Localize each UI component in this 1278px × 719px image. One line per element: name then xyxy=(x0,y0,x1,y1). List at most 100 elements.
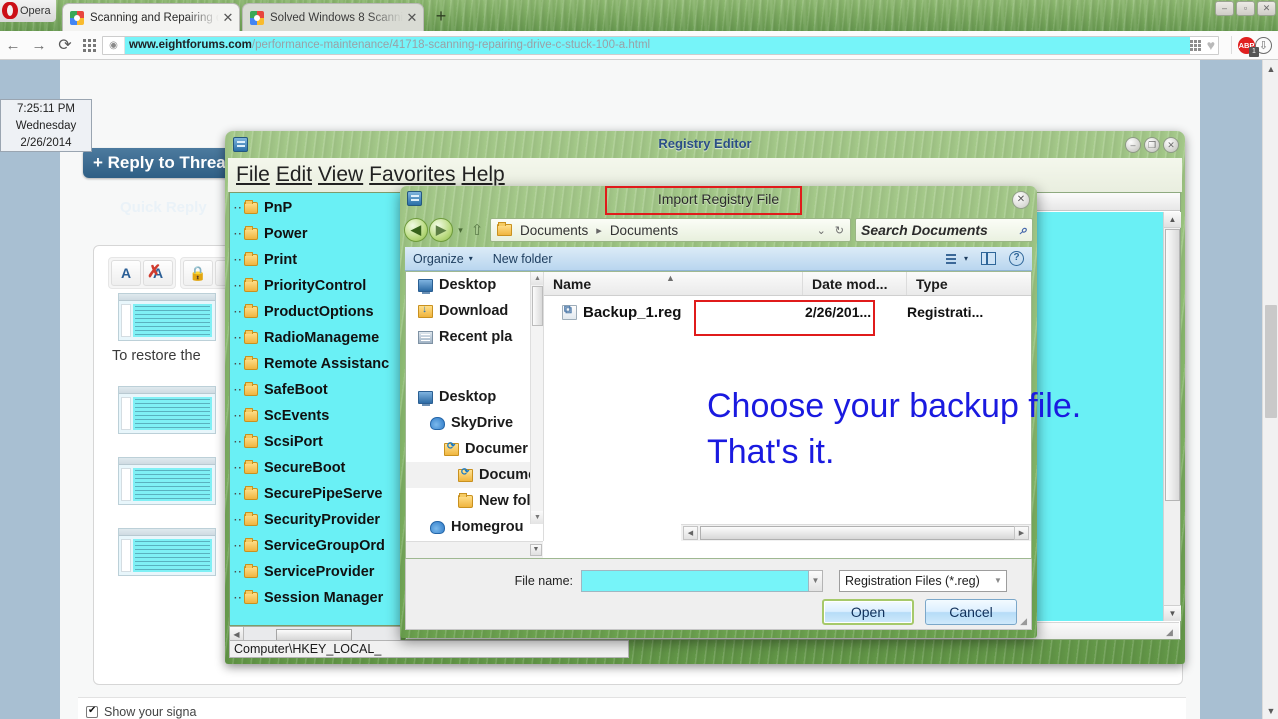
maximize-button[interactable]: ▫ xyxy=(1236,1,1255,16)
page-scrollbar[interactable]: ▲ ▼ xyxy=(1262,60,1278,719)
chevron-down-icon[interactable]: ▾ xyxy=(469,254,473,263)
close-icon[interactable]: ✕ xyxy=(1012,191,1030,209)
back-icon[interactable]: ← xyxy=(0,37,26,54)
tree-item[interactable]: ·· ProductOptions xyxy=(230,299,400,325)
close-button[interactable]: ✕ xyxy=(1257,1,1276,16)
tree-item[interactable]: ·· Power xyxy=(230,221,400,247)
column-header-date[interactable]: Date mod... xyxy=(803,272,907,295)
show-signature-checkbox[interactable] xyxy=(86,705,98,718)
navigation-pane[interactable]: Desktop Download Recent pla Desktop SkyD… xyxy=(406,272,543,541)
scroll-down-icon[interactable]: ▼ xyxy=(531,511,543,524)
nav-back-icon[interactable]: ◀ xyxy=(404,218,428,242)
browser-tab-1[interactable]: Solved Windows 8 Scannin ✕ xyxy=(242,3,424,31)
extensions-grid-icon[interactable] xyxy=(1189,39,1201,51)
post-thumbnail-4[interactable] xyxy=(118,528,216,576)
nav-item-new-folder[interactable]: New fol xyxy=(406,488,543,514)
registry-tree-pane[interactable]: ·· PnP ·· Power ·· Print ·· PriorityControl … xyxy=(229,192,401,626)
search-input[interactable]: Search Documents ⌕ xyxy=(855,218,1033,242)
new-tab-button[interactable]: + xyxy=(430,6,452,28)
post-thumbnail-3[interactable] xyxy=(118,457,216,505)
resize-grip-icon[interactable]: ◢ xyxy=(1166,627,1176,637)
scroll-left-icon[interactable]: ◀ xyxy=(230,627,244,641)
cancel-button[interactable]: Cancel xyxy=(925,599,1017,625)
tree-item[interactable]: ·· SecureBoot xyxy=(230,455,400,481)
scroll-up-icon[interactable]: ▲ xyxy=(531,272,543,285)
chevron-down-icon[interactable]: ▼ xyxy=(990,571,1006,591)
column-header-type[interactable]: Type xyxy=(907,272,1031,295)
scroll-left-icon[interactable]: ◀ xyxy=(683,526,698,540)
navigation-pane-scrollbar[interactable]: ▲ ▼ xyxy=(530,272,543,524)
nav-forward-icon[interactable]: ▶ xyxy=(429,218,453,242)
page-scrollbar-thumb[interactable] xyxy=(1265,305,1277,418)
organize-button[interactable]: Organize xyxy=(413,252,464,266)
minimize-button[interactable]: – xyxy=(1215,1,1234,16)
scroll-up-icon[interactable]: ▲ xyxy=(1263,60,1278,77)
post-thumbnail-2[interactable] xyxy=(118,386,216,434)
nav-item-skydrive[interactable]: SkyDrive xyxy=(406,410,543,436)
close-icon[interactable]: ✕ xyxy=(221,10,235,26)
tree-item[interactable]: ·· RadioManageme xyxy=(230,325,400,351)
show-signature-row[interactable]: Show your signa xyxy=(78,697,1186,719)
scrollbar-thumb[interactable] xyxy=(532,286,543,326)
tree-item[interactable]: ·· SecurityProvider xyxy=(230,507,400,533)
close-icon[interactable]: ✕ xyxy=(405,10,419,26)
menu-item-file[interactable]: File xyxy=(233,163,273,187)
reply-to-thread-button[interactable]: + Reply to Thread xyxy=(83,148,246,178)
resize-grip-icon[interactable]: ◢ xyxy=(1020,616,1027,627)
refresh-icon[interactable]: ↻ xyxy=(835,224,844,237)
file-type-filter-select[interactable]: Registration Files (*.reg) ▼ xyxy=(839,570,1007,592)
nav-item-homegroup[interactable]: Homegrou xyxy=(406,514,543,540)
scroll-down-icon[interactable]: ▼ xyxy=(1164,605,1181,621)
preview-pane-icon[interactable] xyxy=(981,252,996,265)
insert-link-button[interactable]: 🔒 xyxy=(183,260,213,286)
tree-item[interactable]: ·· ServiceGroupOrd xyxy=(230,533,400,559)
registry-editor-titlebar[interactable]: Registry Editor – ❐ ✕ xyxy=(225,131,1185,158)
font-color-button[interactable]: A xyxy=(111,260,141,286)
nav-item-desktop[interactable]: Desktop xyxy=(406,384,543,410)
tree-item[interactable]: ·· ServiceProvider xyxy=(230,559,400,585)
registry-values-scrollbar[interactable]: ▲ ▼ xyxy=(1163,212,1181,621)
menu-item-favorites[interactable]: Favorites xyxy=(366,163,458,187)
nav-item-recent-places[interactable]: Recent pla xyxy=(406,324,543,350)
tree-item[interactable]: ·· PriorityControl xyxy=(230,273,400,299)
tree-item[interactable]: ·· ScEvents xyxy=(230,403,400,429)
scrollbar-thumb[interactable] xyxy=(1165,229,1180,501)
scroll-right-icon[interactable]: ▶ xyxy=(1014,526,1029,540)
breadcrumb-item-0[interactable]: Documents xyxy=(520,223,588,238)
browser-tab-0[interactable]: Scanning and Repairing dr ✕ xyxy=(62,3,240,31)
chevron-down-icon[interactable]: ⌄ xyxy=(817,224,826,237)
breadcrumb[interactable]: Documents ▸ Documents ⌄ ↻ xyxy=(490,218,851,242)
reload-icon[interactable]: ⟳ xyxy=(52,35,78,55)
tree-item[interactable]: ·· Session Manager xyxy=(230,585,400,611)
bookmark-heart-icon[interactable]: ♥ xyxy=(1207,37,1215,53)
breadcrumb-item-1[interactable]: Documents xyxy=(610,223,678,238)
tree-item[interactable]: ·· Remote Assistanc xyxy=(230,351,400,377)
tree-item[interactable]: ·· SafeBoot xyxy=(230,377,400,403)
tree-item[interactable]: ·· PnP xyxy=(230,195,400,221)
nav-item-documents-selected[interactable]: Docume xyxy=(406,462,543,488)
file-name-dropdown-icon[interactable]: ▼ xyxy=(809,570,823,592)
column-header-name[interactable]: Name ▲ xyxy=(544,272,803,295)
minimize-button[interactable]: – xyxy=(1125,137,1141,153)
nav-item-desktop-fav[interactable]: Desktop xyxy=(406,272,543,298)
apps-grid-icon[interactable] xyxy=(78,38,100,52)
adblock-icon[interactable]: ABP 1 xyxy=(1238,36,1259,57)
maximize-button[interactable]: ❐ xyxy=(1144,137,1160,153)
scroll-down-icon[interactable]: ▼ xyxy=(1263,702,1278,719)
close-button[interactable]: ✕ xyxy=(1163,137,1179,153)
chevron-down-icon[interactable]: ▾ xyxy=(964,254,968,263)
scroll-up-icon[interactable]: ▲ xyxy=(1164,212,1181,228)
nav-item-documents[interactable]: Documer xyxy=(406,436,543,462)
nav-history-caret-icon[interactable]: ▾ xyxy=(453,225,468,236)
address-bar[interactable]: ◉ www.eightforums.com/performance-mainte… xyxy=(102,35,1219,55)
forward-icon[interactable]: → xyxy=(26,37,52,54)
nav-up-icon[interactable]: ⇧ xyxy=(468,221,486,239)
opera-menu-button[interactable]: Opera xyxy=(0,0,56,22)
nav-item-downloads[interactable]: Download xyxy=(406,298,543,324)
open-button[interactable]: Open xyxy=(822,599,914,625)
help-icon[interactable]: ? xyxy=(1009,251,1024,266)
file-list[interactable]: Name ▲ Date mod... Type Backup_1.reg 2/2… xyxy=(543,272,1081,541)
file-name-input[interactable] xyxy=(581,570,809,592)
post-thumbnail-1[interactable] xyxy=(118,293,216,341)
menu-item-help[interactable]: Help xyxy=(459,163,508,187)
